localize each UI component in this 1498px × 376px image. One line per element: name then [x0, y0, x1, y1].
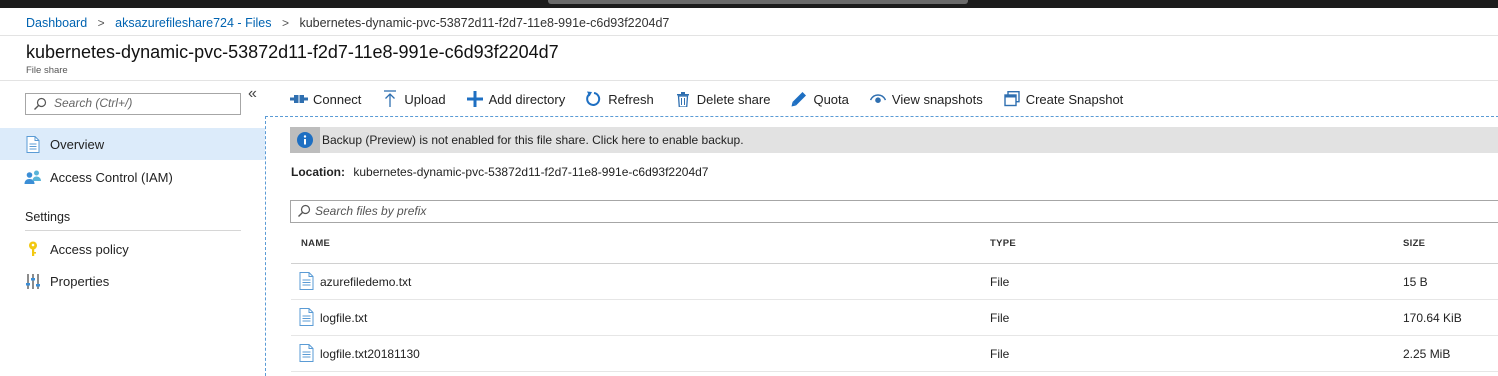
file-type: File [990, 347, 1010, 361]
plug-icon [290, 90, 308, 108]
quota-button[interactable]: Quota [790, 90, 849, 108]
file-type: File [990, 311, 1010, 325]
add-directory-button[interactable]: Add directory [466, 90, 566, 108]
page-subtitle: File share [26, 65, 68, 76]
sidebar-item-label: Properties [50, 273, 110, 289]
file-type: File [990, 275, 1010, 289]
upload-label: Upload [404, 91, 446, 107]
trash-icon [674, 90, 692, 108]
file-search-input[interactable] [315, 203, 815, 219]
file-icon [299, 272, 314, 290]
upload-button[interactable]: Upload [381, 90, 446, 108]
file-search[interactable] [290, 200, 1498, 223]
create-snapshot-button[interactable]: Create Snapshot [1003, 90, 1124, 108]
users-icon [24, 168, 42, 186]
file-name[interactable]: azurefiledemo.txt [320, 275, 411, 289]
table-row[interactable]: logfile.txt File 170.64 KiB [291, 300, 1498, 336]
breadcrumb-separator: > [281, 16, 289, 30]
sidebar-item-label: Overview [50, 136, 105, 152]
sidebar-item-access-policy[interactable]: Access policy [0, 233, 265, 265]
connect-button[interactable]: Connect [290, 90, 361, 108]
divider [0, 35, 1498, 36]
location-value: kubernetes-dynamic-pvc-53872d11-f2d7-11e… [353, 165, 709, 179]
sidebar-item-label: Access Control (IAM) [50, 169, 173, 185]
settings-section-label: Settings [25, 210, 71, 224]
command-bar: Connect Upload Add directory Refresh Del… [290, 88, 1143, 110]
breadcrumb: Dashboard > aksazurefileshare724 - Files… [26, 15, 669, 31]
column-header-type[interactable]: TYPE [990, 238, 1016, 249]
table-row[interactable]: logfile.txt20181130 File 2.25 MiB [291, 336, 1498, 372]
sidebar-search[interactable] [25, 93, 241, 115]
page-title: kubernetes-dynamic-pvc-53872d11-f2d7-11e… [26, 42, 559, 62]
view-snapshots-button[interactable]: View snapshots [869, 90, 983, 108]
backup-banner-text: Backup (Preview) is not enabled for this… [322, 133, 744, 147]
plus-icon [466, 90, 484, 108]
file-icon [299, 308, 314, 326]
delete-share-button[interactable]: Delete share [674, 90, 771, 108]
properties-icon [24, 272, 42, 290]
backup-banner[interactable]: Backup (Preview) is not enabled for this… [290, 127, 1498, 153]
add-directory-label: Add directory [488, 91, 566, 107]
eye-icon [869, 90, 887, 108]
column-header-size[interactable]: SIZE [1403, 238, 1425, 249]
breadcrumb-files[interactable]: aksazurefileshare724 - Files [115, 16, 271, 30]
sidebar: « Overview Access Control (IAM) Settings… [0, 81, 265, 375]
pencil-icon [790, 90, 808, 108]
breadcrumb-dashboard[interactable]: Dashboard [26, 16, 87, 30]
key-icon [24, 240, 42, 258]
sidebar-item-overview[interactable]: Overview [0, 128, 265, 160]
file-icon [299, 344, 314, 362]
breadcrumb-current: kubernetes-dynamic-pvc-53872d11-f2d7-11e… [299, 16, 670, 30]
browser-top-strip [0, 0, 1498, 8]
file-size: 170.64 KiB [1403, 311, 1462, 325]
file-name[interactable]: logfile.txt20181130 [320, 347, 420, 361]
refresh-label: Refresh [608, 91, 654, 107]
address-bar-edge [548, 0, 968, 4]
info-icon [290, 127, 320, 153]
collapse-sidebar-button[interactable]: « [248, 85, 257, 103]
snapshot-icon [1003, 90, 1021, 108]
sidebar-item-access-control[interactable]: Access Control (IAM) [0, 161, 265, 193]
sidebar-item-label: Access policy [50, 241, 129, 257]
view-snapshots-label: View snapshots [891, 91, 983, 107]
file-size: 2.25 MiB [1403, 347, 1451, 361]
divider [291, 371, 1498, 372]
file-size: 15 B [1403, 275, 1428, 289]
refresh-button[interactable]: Refresh [585, 90, 654, 108]
quota-label: Quota [813, 91, 849, 107]
file-name[interactable]: logfile.txt [320, 311, 367, 325]
upload-icon [381, 90, 399, 108]
search-icon [34, 97, 47, 110]
column-header-name[interactable]: NAME [301, 238, 330, 249]
connect-label: Connect [313, 91, 362, 107]
create-snapshot-label: Create Snapshot [1025, 91, 1124, 107]
location-label: Location: [291, 165, 345, 179]
breadcrumb-separator: > [97, 16, 105, 30]
table-row[interactable]: azurefiledemo.txt File 15 B [291, 264, 1498, 300]
sidebar-search-input[interactable] [54, 95, 234, 111]
document-icon [24, 135, 42, 153]
refresh-icon [585, 90, 603, 108]
divider [25, 230, 241, 231]
location-row: Location: kubernetes-dynamic-pvc-53872d1… [291, 165, 708, 179]
search-icon [298, 204, 311, 217]
delete-share-label: Delete share [696, 91, 771, 107]
sidebar-item-properties[interactable]: Properties [0, 265, 265, 297]
